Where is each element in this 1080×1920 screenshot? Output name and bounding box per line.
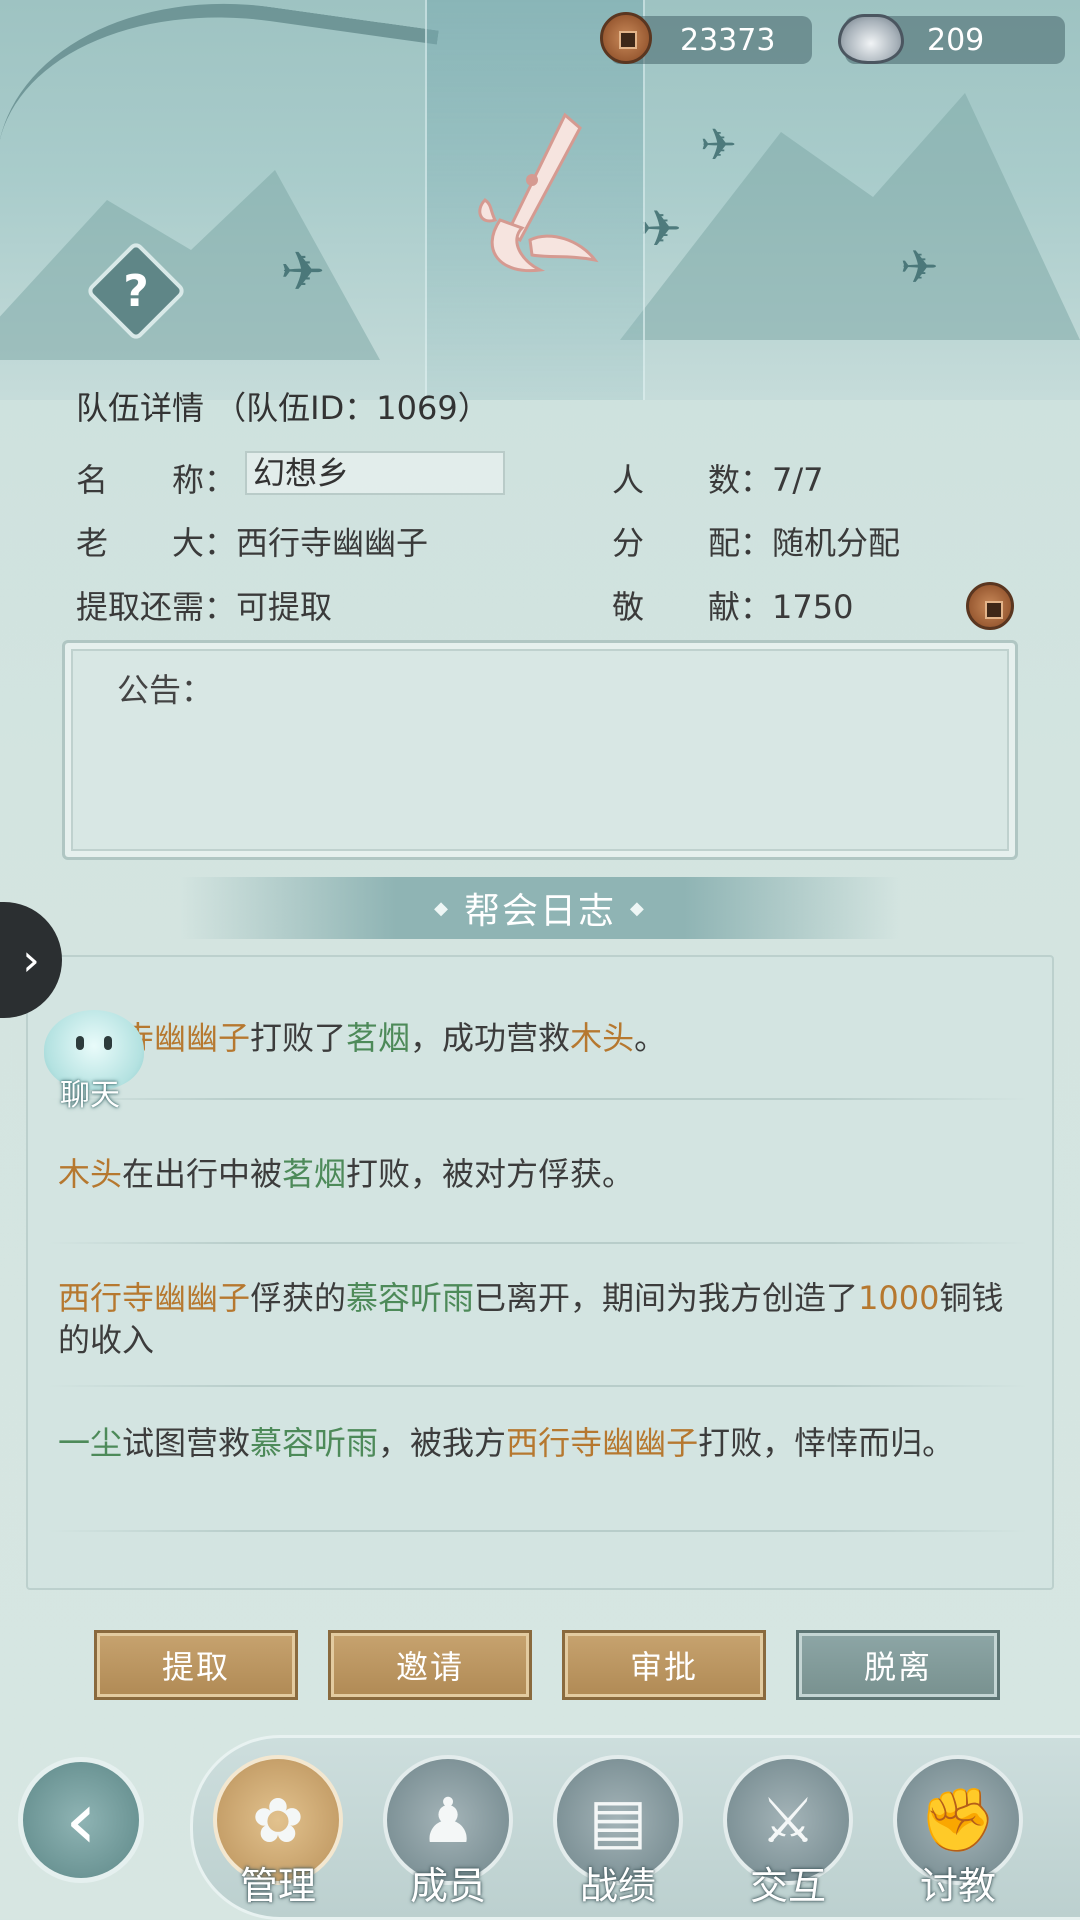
- halberd-icon: ⚔: [760, 1783, 816, 1857]
- swallow-icon: ✈: [640, 200, 682, 258]
- log-highlight: 西行寺幽幽子: [58, 1279, 251, 1317]
- chat-eye: [76, 1036, 84, 1050]
- log-highlight: 一尘: [58, 1424, 123, 1462]
- member-count-value: 7/7: [772, 461, 824, 499]
- log-highlight: 西行寺幽幽子: [506, 1424, 699, 1462]
- swallow-icon: ✈: [700, 120, 737, 171]
- withdraw-label: 提取还需：: [76, 588, 237, 626]
- log-text: 已离开，期间为我方创造了: [474, 1279, 859, 1317]
- team-name-label: 名 称：: [76, 461, 237, 499]
- contribution-coin-icon[interactable]: [966, 582, 1014, 630]
- log-highlight: 木头: [570, 1019, 635, 1057]
- log-text: ，成功营救: [410, 1019, 571, 1057]
- log-entry: 一尘试图营救慕容听雨，被我方西行寺幽幽子打败，悻悻而归。: [58, 1422, 1018, 1464]
- distribution-value: 随机分配: [772, 524, 901, 562]
- back-arrow-icon: ‹: [65, 1773, 97, 1867]
- log-text: ，被我方: [378, 1424, 507, 1462]
- chat-label[interactable]: 聊天: [60, 1070, 120, 1114]
- divider: [48, 1098, 1028, 1100]
- diamond-icon: ◆: [434, 897, 450, 919]
- log-highlight: 慕容听雨: [346, 1279, 475, 1317]
- nav-learn-label[interactable]: 讨教: [888, 1855, 1028, 1910]
- approve-button[interactable]: 审批: [562, 1630, 766, 1700]
- team-name-field[interactable]: 幻想乡: [245, 451, 505, 495]
- swallow-icon: ✈: [280, 240, 326, 303]
- log-highlight: 茗烟: [346, 1019, 411, 1057]
- copper-coin-value: 23373: [680, 22, 776, 58]
- leave-button[interactable]: 脱离: [796, 1630, 1000, 1700]
- mountain-decoration: [620, 93, 1080, 340]
- notice-box: 公告：: [62, 640, 1018, 860]
- member-count-row: 人 数：7/7: [612, 455, 824, 501]
- withdraw-row: 提取还需：可提取: [76, 582, 332, 628]
- log-highlight: 木头: [58, 1155, 123, 1193]
- nav-record-label[interactable]: 战绩: [548, 1855, 688, 1910]
- chat-eye: [104, 1036, 112, 1050]
- member-count-label: 人 数：: [612, 461, 773, 499]
- withdraw-value: 可提取: [236, 588, 333, 626]
- guild-log-list[interactable]: 西行寺幽幽子打败了茗烟，成功营救木头。 木头在出行中被茗烟打败，被对方俘获。 西…: [26, 955, 1054, 1590]
- divider: [48, 1530, 1028, 1532]
- divider: [48, 1242, 1028, 1244]
- nav-interact-label[interactable]: 交互: [718, 1855, 858, 1910]
- team-details-title: 队伍详情 （队伍ID：1069）: [76, 389, 490, 427]
- log-highlight: 茗烟: [282, 1155, 347, 1193]
- log-text: 打败了: [250, 1019, 347, 1057]
- leader-row: 老 大：西行寺幽幽子: [76, 518, 428, 564]
- log-highlight: 慕容听雨: [250, 1424, 379, 1462]
- scroll-icon: ▤: [588, 1783, 648, 1857]
- diamond-icon: ◆: [630, 897, 646, 919]
- log-text: 试图营救: [122, 1424, 251, 1462]
- chevron-right-icon: ›: [22, 934, 40, 986]
- log-entry: 木头在出行中被茗烟打败，被对方俘获。: [58, 1153, 1018, 1195]
- distribution-label: 分 配：: [612, 524, 773, 562]
- log-text: 在出行中被: [122, 1155, 283, 1193]
- team-name-row: 名 称：: [76, 455, 236, 501]
- back-button[interactable]: ‹: [18, 1757, 144, 1883]
- leader-value: 西行寺幽幽子: [236, 524, 429, 562]
- divider: [48, 1385, 1028, 1387]
- notice-label: 公告：: [117, 671, 214, 709]
- people-icon: ♟: [420, 1783, 476, 1857]
- log-text: 打败，被对方俘获。: [346, 1155, 635, 1193]
- log-text: 俘获的: [250, 1279, 347, 1317]
- guild-log-title: 帮会日志: [463, 891, 616, 932]
- nav-members-label[interactable]: 成员: [378, 1855, 518, 1910]
- fist-icon: ✊: [919, 1783, 997, 1856]
- log-text: 。: [634, 1019, 667, 1057]
- question-icon: ?: [123, 265, 149, 317]
- withdraw-button[interactable]: 提取: [94, 1630, 298, 1700]
- contribution-label: 敬 献：: [612, 588, 773, 626]
- silver-ingot-icon: [838, 14, 904, 64]
- swallow-icon: ✈: [900, 240, 939, 294]
- distribution-row: 分 配：随机分配: [612, 518, 900, 564]
- silver-value: 209: [927, 22, 985, 58]
- invite-button[interactable]: 邀请: [328, 1630, 532, 1700]
- log-text: 打败，悻悻而归。: [698, 1424, 955, 1462]
- copper-coin-icon: [600, 12, 652, 64]
- contribution-value: 1750: [772, 588, 854, 626]
- sword-emblem-icon: [478, 112, 599, 273]
- lotus-emblem-icon: ✿: [252, 1783, 304, 1857]
- log-entry: 西行寺幽幽子打败了茗烟，成功营救木头。: [58, 1017, 1018, 1059]
- log-highlight: 1000: [858, 1279, 940, 1317]
- guild-log-header: ◆ 帮会日志 ◆: [180, 877, 900, 939]
- contribution-row: 敬 献：1750: [612, 582, 853, 628]
- leader-label: 老 大：: [76, 524, 237, 562]
- nav-manage-label[interactable]: 管理: [208, 1855, 348, 1910]
- log-entry: 西行寺幽幽子俘获的慕容听雨已离开，期间为我方创造了1000铜钱的收入: [58, 1277, 1018, 1361]
